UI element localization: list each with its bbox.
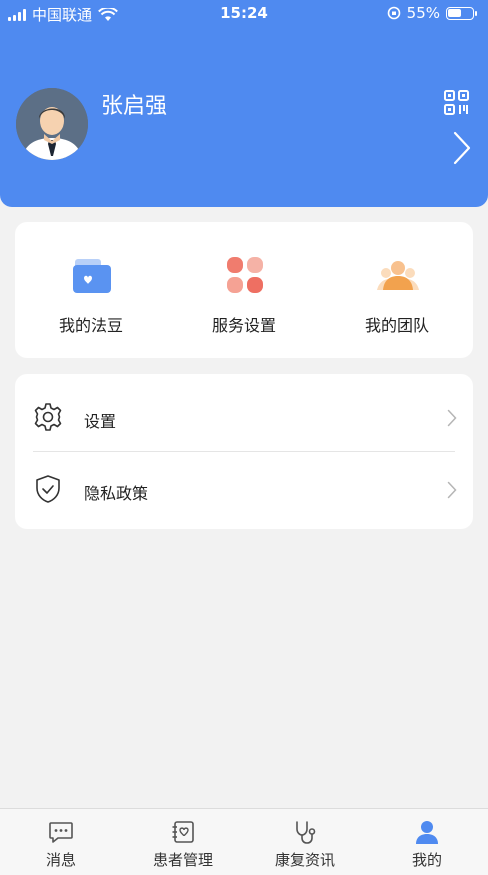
tab-rehab-news[interactable]: 康复资讯 <box>244 809 366 875</box>
user-name: 张启强 <box>101 94 168 119</box>
tab-label: 我的 <box>411 851 442 869</box>
orientation-lock-icon <box>387 6 400 20</box>
quick-action-label: 我的团队 <box>364 316 429 335</box>
quick-action-service-settings[interactable]: 服务设置 <box>168 222 320 358</box>
chevron-right-icon <box>447 481 457 499</box>
menu-card: 设置 隐私政策 <box>15 374 473 529</box>
gear-icon <box>34 403 62 431</box>
status-right: 55% <box>387 4 477 22</box>
bottom-tab-bar: 消息 患者管理 康复资讯 我的 <box>0 808 488 875</box>
four-petal-icon <box>227 257 263 293</box>
status-bar: 中国联通 15:24 55% <box>0 0 488 28</box>
menu-item-privacy-policy[interactable]: 隐私政策 <box>15 450 473 526</box>
team-icon <box>377 261 419 290</box>
profile-header: 中国联通 15:24 55% 张启强 <box>0 0 488 207</box>
shield-check-icon <box>36 475 60 503</box>
tab-messages[interactable]: 消息 <box>0 809 122 875</box>
quick-action-label: 服务设置 <box>211 316 276 335</box>
chevron-right-icon[interactable] <box>452 130 472 166</box>
tab-label: 患者管理 <box>152 851 213 869</box>
stethoscope-icon <box>296 821 316 844</box>
qr-code-icon[interactable] <box>444 90 469 115</box>
menu-item-label: 设置 <box>84 412 117 431</box>
battery-icon <box>446 6 477 20</box>
folder-heart-icon <box>73 259 111 293</box>
tab-label: 消息 <box>45 851 76 869</box>
quick-actions-card: 我的法豆 服务设置 我的团队 <box>15 222 473 358</box>
tab-mine[interactable]: 我的 <box>366 809 488 875</box>
patient-book-icon <box>172 821 194 843</box>
quick-action-my-team[interactable]: 我的团队 <box>321 222 473 358</box>
battery-percent: 55% <box>406 4 440 22</box>
avatar[interactable] <box>16 88 88 160</box>
chevron-right-icon <box>447 409 457 427</box>
tab-label: 康复资讯 <box>274 851 335 869</box>
person-icon <box>416 821 438 844</box>
quick-action-my-beans[interactable]: 我的法豆 <box>15 222 167 358</box>
menu-item-label: 隐私政策 <box>84 484 149 503</box>
menu-item-settings[interactable]: 设置 <box>15 378 473 454</box>
message-icon <box>49 822 73 843</box>
quick-action-label: 我的法豆 <box>58 316 123 335</box>
tab-patient-management[interactable]: 患者管理 <box>122 809 244 875</box>
